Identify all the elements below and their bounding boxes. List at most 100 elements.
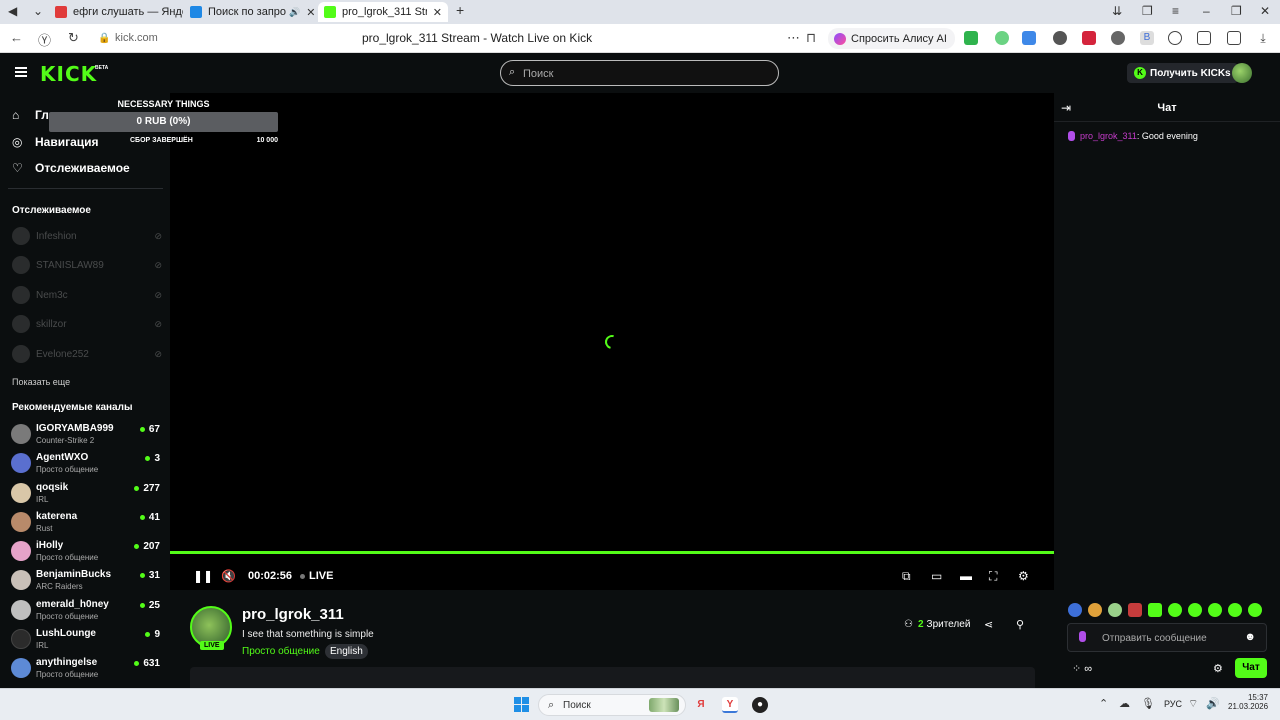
yandex-id-icon[interactable]: Ⓨ: [38, 30, 51, 49]
emote-icon[interactable]: [1208, 603, 1222, 617]
miniplayer-icon[interactable]: ⧉: [902, 569, 911, 584]
emote-icon[interactable]: [1248, 603, 1262, 617]
progress-bar[interactable]: [170, 551, 1054, 554]
chat-points[interactable]: ⁘ ∞: [1072, 662, 1092, 675]
avatar: [11, 629, 31, 649]
recommended-channel[interactable]: iHolly Просто общение 207: [11, 538, 160, 566]
chat-settings-icon[interactable]: ⚙: [1213, 662, 1223, 675]
menu-icon[interactable]: ≡: [1172, 4, 1179, 18]
recommended-channel[interactable]: emerald_h0ney Просто общение 25: [11, 597, 160, 625]
recommended-channel[interactable]: IGORYAMBA999 Counter-Strike 2 67: [11, 421, 160, 449]
recommended-channel[interactable]: LushLounge IRL 9: [11, 626, 160, 654]
extension-icon[interactable]: [1111, 31, 1125, 45]
recommended-channel[interactable]: qoqsik IRL 277: [11, 480, 160, 508]
browser-tab-strip: ◀ ⌄ ефги слушать — Яндекс: Поиск по запр…: [0, 0, 1280, 24]
points-icon: ⁘: [1072, 663, 1082, 675]
emoji-icon[interactable]: ☻: [1244, 631, 1256, 643]
emote-icon[interactable]: [1188, 603, 1202, 617]
reload-icon[interactable]: ↻: [68, 30, 79, 46]
following-channel[interactable]: STANISLAW89 ⊘: [12, 255, 162, 275]
sidebar-item-following[interactable]: ♡ Отслеживаемое: [12, 161, 130, 175]
chevron-down-icon[interactable]: ⌄: [33, 4, 43, 18]
bookmarks-icon[interactable]: ❐: [1142, 4, 1153, 18]
wifi-icon[interactable]: ⌔: [1188, 697, 1198, 711]
restore-icon[interactable]: ❐: [1231, 4, 1242, 18]
collections-icon[interactable]: ⇊: [1112, 4, 1122, 18]
following-channel[interactable]: Evelone252 ⊘: [12, 344, 162, 364]
hamburger-menu-icon[interactable]: [15, 67, 27, 77]
windows-start-icon[interactable]: [514, 697, 529, 712]
app-icon[interactable]: ●: [752, 697, 768, 713]
taskbar-search[interactable]: ⌕ Поиск: [538, 694, 686, 716]
tab-search[interactable]: Поиск по запросу E 🔊 ✕: [190, 2, 316, 22]
channel-name[interactable]: pro_lgrok_311: [242, 606, 344, 623]
alice-button[interactable]: Спросить Алису AI: [828, 28, 955, 49]
search-input[interactable]: ⌕ Поиск: [500, 60, 779, 86]
bookmark-icon[interactable]: ⊓: [806, 30, 816, 46]
user-avatar[interactable]: [1232, 63, 1252, 83]
following-channel[interactable]: Infeshion ⊘: [12, 226, 162, 246]
minimize-icon[interactable]: –: [1203, 4, 1210, 18]
follow-icon[interactable]: ⚲: [1016, 618, 1024, 631]
show-more-link[interactable]: Показать еще: [12, 377, 70, 387]
settings-icon[interactable]: ⚙: [1018, 569, 1029, 583]
pause-icon[interactable]: ❚❚: [193, 569, 213, 583]
yandex-browser-icon[interactable]: Y: [722, 697, 738, 713]
fullscreen-icon[interactable]: ⛶: [989, 569, 997, 584]
clip-icon[interactable]: ▭: [931, 569, 942, 583]
clock[interactable]: 15:37 21.03.2026: [1228, 693, 1268, 711]
network-icon[interactable]: ☁: [1119, 697, 1130, 710]
recommended-channel[interactable]: katerena Rust 41: [11, 509, 160, 537]
tab-yandex[interactable]: ефги слушать — Яндекс:: [55, 2, 183, 22]
chevron-up-icon[interactable]: ⌃: [1099, 697, 1108, 710]
new-tab-icon[interactable]: +: [456, 2, 464, 18]
emote-icon[interactable]: [1148, 603, 1162, 617]
back-icon[interactable]: ←: [10, 30, 23, 45]
emote-icon[interactable]: [1128, 603, 1142, 617]
close-tab-icon[interactable]: ✕: [433, 6, 442, 19]
extension-icon[interactable]: [1082, 31, 1096, 45]
more-icon[interactable]: ⋯: [787, 30, 800, 46]
emote-icon[interactable]: [1168, 603, 1182, 617]
language-indicator[interactable]: РУС: [1164, 699, 1182, 709]
download-icon[interactable]: ⤓: [1256, 31, 1270, 45]
emote-icon[interactable]: [1108, 603, 1122, 617]
close-window-icon[interactable]: ✕: [1260, 4, 1270, 18]
extension-icon[interactable]: [964, 31, 978, 45]
speaker-icon[interactable]: ◀: [8, 4, 17, 18]
url-text[interactable]: kick.com: [115, 32, 158, 44]
language-tag[interactable]: English: [325, 644, 368, 659]
tab-kick-active[interactable]: pro_lgrok_311 Stream - ✕: [318, 2, 448, 22]
emote-icon[interactable]: [1088, 603, 1102, 617]
kick-logo[interactable]: KICK: [40, 62, 97, 86]
yandex-app-icon[interactable]: Я: [693, 697, 709, 713]
following-channel[interactable]: skillzor ⊘: [12, 314, 162, 334]
recommended-channel[interactable]: BenjaminBucks ARC Raiders 31: [11, 567, 160, 595]
mic-icon[interactable]: 🎙: [1141, 697, 1155, 710]
extension-icon[interactable]: [1053, 31, 1067, 45]
mute-icon[interactable]: 🔇: [221, 569, 236, 583]
emote-icon[interactable]: [1068, 603, 1082, 617]
recommended-channel[interactable]: AgentWXO Просто общение 3: [11, 450, 160, 478]
chat-username[interactable]: pro_lgrok_311: [1080, 131, 1137, 141]
get-kicks-button[interactable]: K Получить KICKs: [1127, 63, 1238, 83]
cast-icon[interactable]: [1197, 31, 1211, 45]
emote-icon[interactable]: [1228, 603, 1242, 617]
extension-icon[interactable]: [995, 31, 1009, 45]
chat-send-button[interactable]: Чат: [1235, 658, 1267, 678]
live-indicator[interactable]: LIVE: [300, 570, 333, 582]
lock-icon[interactable]: 🔒: [98, 33, 110, 44]
extension-icon[interactable]: [1168, 31, 1182, 45]
extensions-icon[interactable]: [1227, 31, 1241, 45]
extension-icon[interactable]: [1022, 31, 1036, 45]
theater-mode-icon[interactable]: ▬: [960, 569, 972, 583]
close-tab-icon[interactable]: ✕: [306, 6, 315, 19]
extension-icon[interactable]: B: [1140, 31, 1154, 45]
share-icon[interactable]: ⋖: [984, 618, 993, 631]
recommended-channel[interactable]: anythingelse Просто общение 631: [11, 655, 160, 683]
video-player[interactable]: ❚❚ 🔇 00:02:56 LIVE ⧉ ▭ ▬ ⛶ ⚙: [170, 93, 1054, 590]
following-channel[interactable]: Nem3c ⊘: [12, 285, 162, 305]
stream-category[interactable]: Просто общение: [242, 646, 320, 657]
volume-icon[interactable]: 🔊: [1206, 697, 1220, 710]
chat-message-input[interactable]: Отправить сообщение ☻: [1067, 623, 1267, 652]
